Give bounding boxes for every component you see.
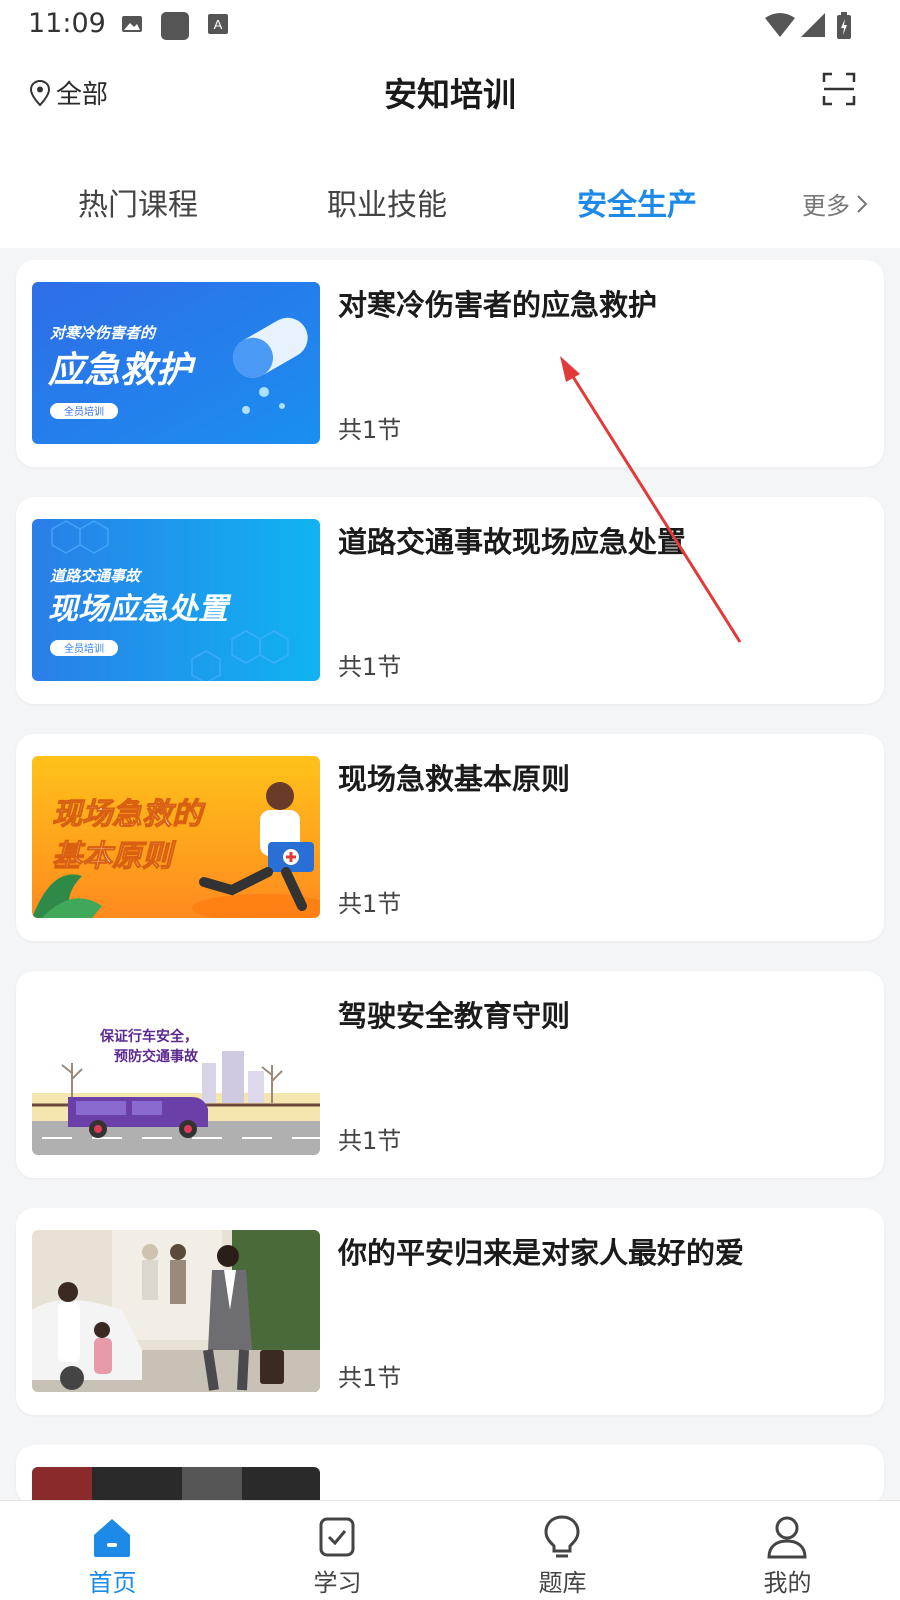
course-thumbnail: 保证行车安全， 预防交通事故 — [32, 993, 320, 1155]
thumb-line-1: 保证行车安全， — [99, 1028, 198, 1045]
thumb-title: 应急救护 — [47, 350, 197, 391]
course-title: 对寒冷伤害者的应急救护 — [338, 288, 658, 322]
scan-icon[interactable] — [822, 72, 856, 106]
course-title: 你的平安归来是对家人最好的爱 — [338, 1236, 745, 1270]
user-icon — [767, 1516, 807, 1559]
tab-safety-production[interactable]: 安全生产 — [577, 180, 697, 224]
lesson-count: 共1节 — [338, 653, 402, 681]
page-title: 安知培训 — [384, 75, 516, 114]
course-card[interactable]: 保证行车安全， 预防交通事故 驾驶安全教育守则 共1节 — [16, 971, 884, 1178]
app-notification-icon — [161, 12, 189, 40]
course-thumbnail — [32, 1230, 320, 1392]
thumb-title: 现场应急处置 — [48, 592, 232, 627]
tab-hot-courses[interactable]: 热门课程 — [78, 180, 198, 224]
app-header: 全部 安知培训 — [0, 48, 900, 144]
category-tabs: 热门课程 职业技能 安全生产 更多 — [0, 144, 900, 248]
thumb-line-2: 预防交通事故 — [114, 1048, 199, 1065]
thumb-tag: 全员培训 — [64, 405, 104, 418]
lesson-count: 共1节 — [338, 1127, 402, 1155]
course-title: 道路交通事故现场应急处置 — [338, 525, 687, 559]
thumb-line-2: 基本原则 — [52, 839, 177, 874]
nav-study-label: 学习 — [313, 1569, 362, 1597]
bottom-navigation: 首页 学习 题库 我的 — [0, 1500, 900, 1600]
course-card[interactable]: 你的平安归来是对家人最好的爱 共1节 — [16, 1208, 884, 1415]
thumb-subtitle: 对寒冷伤害者的 — [50, 324, 157, 342]
status-time: 11:09 — [28, 8, 106, 39]
course-card[interactable]: 道路交通事故 现场应急处置 全员培训 道路交通事故现场应急处置 共1节 — [16, 497, 884, 704]
more-button[interactable]: 更多 — [802, 186, 868, 221]
image-icon — [122, 16, 142, 32]
course-thumbnail: 对寒冷伤害者的 应急救护 全员培训 — [32, 282, 320, 444]
more-label: 更多 — [802, 192, 850, 220]
status-bar: 11:09 A — [0, 0, 900, 48]
course-card[interactable]: 对寒冷伤害者的 应急救护 全员培训 对寒冷伤害者的应急救护 共1节 — [16, 260, 884, 467]
nav-home-label: 首页 — [88, 1569, 137, 1597]
battery-icon — [837, 12, 851, 39]
course-title: 现场急救基本原则 — [338, 762, 571, 796]
lesson-count: 共1节 — [338, 1364, 402, 1392]
course-card[interactable]: 现场急救的 基本原则 现场急救基本原则 共1节 — [16, 734, 884, 941]
thumb-subtitle: 道路交通事故 — [50, 567, 143, 585]
nav-study[interactable]: 学习 — [225, 1501, 450, 1600]
tab-vocational-skills[interactable]: 职业技能 — [327, 180, 447, 224]
signal-icon — [801, 13, 825, 37]
thumb-tag: 全员培训 — [64, 642, 104, 655]
keyboard-a-icon: A — [208, 14, 228, 34]
nav-profile[interactable]: 我的 — [675, 1501, 900, 1600]
thumb-line-1: 现场急救的 — [52, 797, 206, 832]
study-icon — [319, 1517, 355, 1557]
chevron-right-icon — [857, 194, 868, 213]
lesson-count: 共1节 — [338, 890, 402, 918]
nav-question-bank[interactable]: 题库 — [450, 1501, 675, 1600]
course-thumbnail: 现场急救的 基本原则 — [32, 756, 320, 918]
svg-text:A: A — [214, 17, 223, 32]
course-thumbnail: 道路交通事故 现场应急处置 全员培训 — [32, 519, 320, 681]
lesson-count: 共1节 — [338, 416, 402, 444]
nav-home[interactable]: 首页 — [0, 1501, 225, 1600]
course-title: 驾驶安全教育守则 — [338, 999, 571, 1033]
nav-question-bank-label: 题库 — [538, 1569, 587, 1597]
wifi-icon — [765, 13, 795, 37]
nav-profile-label: 我的 — [763, 1569, 812, 1597]
home-icon — [94, 1519, 130, 1557]
course-card-partial[interactable] — [16, 1445, 884, 1507]
lightbulb-icon — [544, 1515, 580, 1558]
